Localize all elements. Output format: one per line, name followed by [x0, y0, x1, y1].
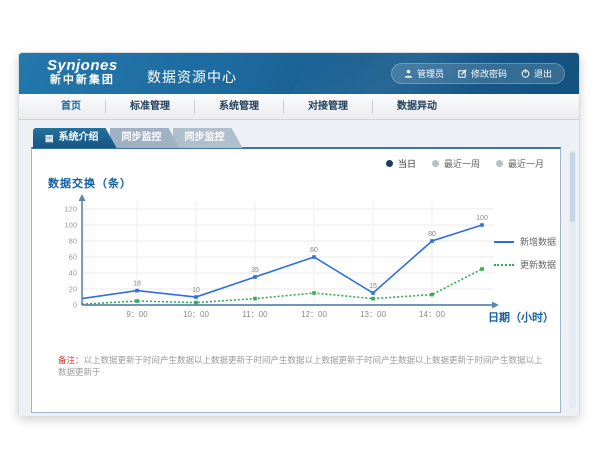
- footnote-text: 以上数据更新于时间产生数据以上数据更新于时间产生数据以上数据更新于时间产生数据以…: [58, 355, 543, 377]
- nav-item-home[interactable]: 首页: [37, 100, 106, 113]
- svg-text:80: 80: [69, 237, 77, 246]
- svg-text:60: 60: [310, 247, 318, 254]
- svg-text:20: 20: [69, 285, 77, 294]
- radio-today[interactable]: 当日: [386, 157, 416, 170]
- logo-text-cn: 新中新集团: [47, 75, 118, 87]
- y-axis-title: 数据交换（条）: [48, 175, 132, 191]
- nav-item-system-mgmt[interactable]: 系统管理: [195, 100, 284, 113]
- legend-label: 新增数据: [520, 235, 556, 248]
- main-nav: 首页 标准管理 系统管理 对接管理 数据异动: [19, 94, 579, 120]
- change-password-button[interactable]: 修改密码: [458, 67, 507, 80]
- legend-item-updated-data[interactable]: 更新数据: [494, 258, 556, 271]
- svg-text:9：00: 9：00: [126, 310, 148, 319]
- edit-icon: [458, 69, 467, 78]
- legend-label: 更新数据: [520, 258, 556, 271]
- legend-item-new-data[interactable]: 新增数据: [494, 235, 556, 248]
- svg-text:18: 18: [133, 281, 141, 288]
- company-logo: Synjones 新中新集团: [47, 58, 118, 86]
- x-axis-title: 日期（小时）: [488, 309, 554, 325]
- radio-dot-icon: [386, 160, 393, 167]
- radio-dot-icon: [432, 160, 439, 167]
- footnote-label: 备注：: [58, 355, 84, 365]
- tab-label: 系统介绍: [59, 128, 99, 148]
- line-chart: 0 20 40 60 80 100 120 9：00 10：00 11：00 12：00 13：00 1…: [50, 193, 500, 325]
- dotted-line-icon: [494, 264, 514, 266]
- tab-label: 同步监控: [122, 128, 162, 148]
- user-toolbar: 管理员 修改密码 退出: [391, 63, 565, 84]
- svg-text:120: 120: [64, 205, 77, 214]
- nav-item-data-change[interactable]: 数据异动: [373, 100, 461, 113]
- content-area: ▤ 系统介绍 同步监控 同步监控 当日 最近一周: [19, 120, 579, 416]
- vertical-scrollbar[interactable]: [569, 150, 576, 408]
- user-name-label: 管理员: [417, 67, 444, 80]
- user-icon: [404, 69, 413, 78]
- svg-text:100: 100: [476, 215, 488, 222]
- nav-item-standard-mgmt[interactable]: 标准管理: [106, 100, 195, 113]
- svg-text:35: 35: [251, 267, 259, 274]
- svg-text:40: 40: [69, 269, 77, 278]
- solid-line-icon: [494, 241, 514, 243]
- radio-label: 最近一月: [508, 157, 544, 170]
- svg-text:14：00: 14：00: [419, 310, 445, 319]
- radio-last-month[interactable]: 最近一月: [496, 157, 544, 170]
- radio-label: 当日: [398, 157, 416, 170]
- nav-item-interface-mgmt[interactable]: 对接管理: [284, 100, 373, 113]
- svg-text:100: 100: [64, 221, 77, 230]
- svg-text:10: 10: [192, 287, 200, 294]
- tab-label: 同步监控: [185, 128, 225, 148]
- radio-dot-icon: [496, 160, 503, 167]
- tab-system-intro[interactable]: ▤ 系统介绍: [33, 128, 117, 148]
- tab-sync-monitor-1[interactable]: 同步监控: [110, 128, 180, 148]
- current-user[interactable]: 管理员: [404, 67, 444, 80]
- svg-text:0: 0: [73, 301, 77, 310]
- tab-bar: ▤ 系统介绍 同步监控 同步监控: [33, 128, 236, 148]
- logout-label: 退出: [534, 67, 552, 80]
- tab-sync-monitor-2[interactable]: 同步监控: [173, 128, 243, 148]
- logo-text-en: Synjones: [47, 58, 118, 74]
- change-password-label: 修改密码: [471, 67, 507, 80]
- radio-last-week[interactable]: 最近一周: [432, 157, 480, 170]
- time-range-filters: 当日 最近一周 最近一月: [386, 157, 544, 170]
- svg-text:11：00: 11：00: [242, 310, 268, 319]
- logout-button[interactable]: 退出: [521, 67, 552, 80]
- scrollbar-thumb[interactable]: [570, 152, 575, 222]
- app-window: Synjones 新中新集团 数据资源中心 管理员 修改密码 退出 首页 标准管…: [18, 52, 580, 416]
- document-icon: ▤: [45, 134, 54, 143]
- svg-text:12：00: 12：00: [301, 310, 327, 319]
- svg-text:80: 80: [428, 231, 436, 238]
- chart-panel: 当日 最近一周 最近一月 数据交换（条） 0 20 40 60 80 100 120 9：00…: [31, 147, 561, 413]
- page-title: 数据资源中心: [147, 67, 237, 87]
- svg-text:15: 15: [369, 283, 377, 290]
- power-icon: [521, 69, 530, 78]
- app-header: Synjones 新中新集团 数据资源中心 管理员 修改密码 退出: [19, 53, 579, 94]
- svg-text:60: 60: [69, 253, 77, 262]
- svg-text:10：00: 10：00: [183, 310, 209, 319]
- svg-text:13：00: 13：00: [360, 310, 386, 319]
- chart-legend: 新增数据 更新数据: [494, 235, 556, 281]
- radio-label: 最近一周: [444, 157, 480, 170]
- footnote: 备注：以上数据更新于时间产生数据以上数据更新于时间产生数据以上数据更新于时间产生…: [58, 355, 550, 379]
